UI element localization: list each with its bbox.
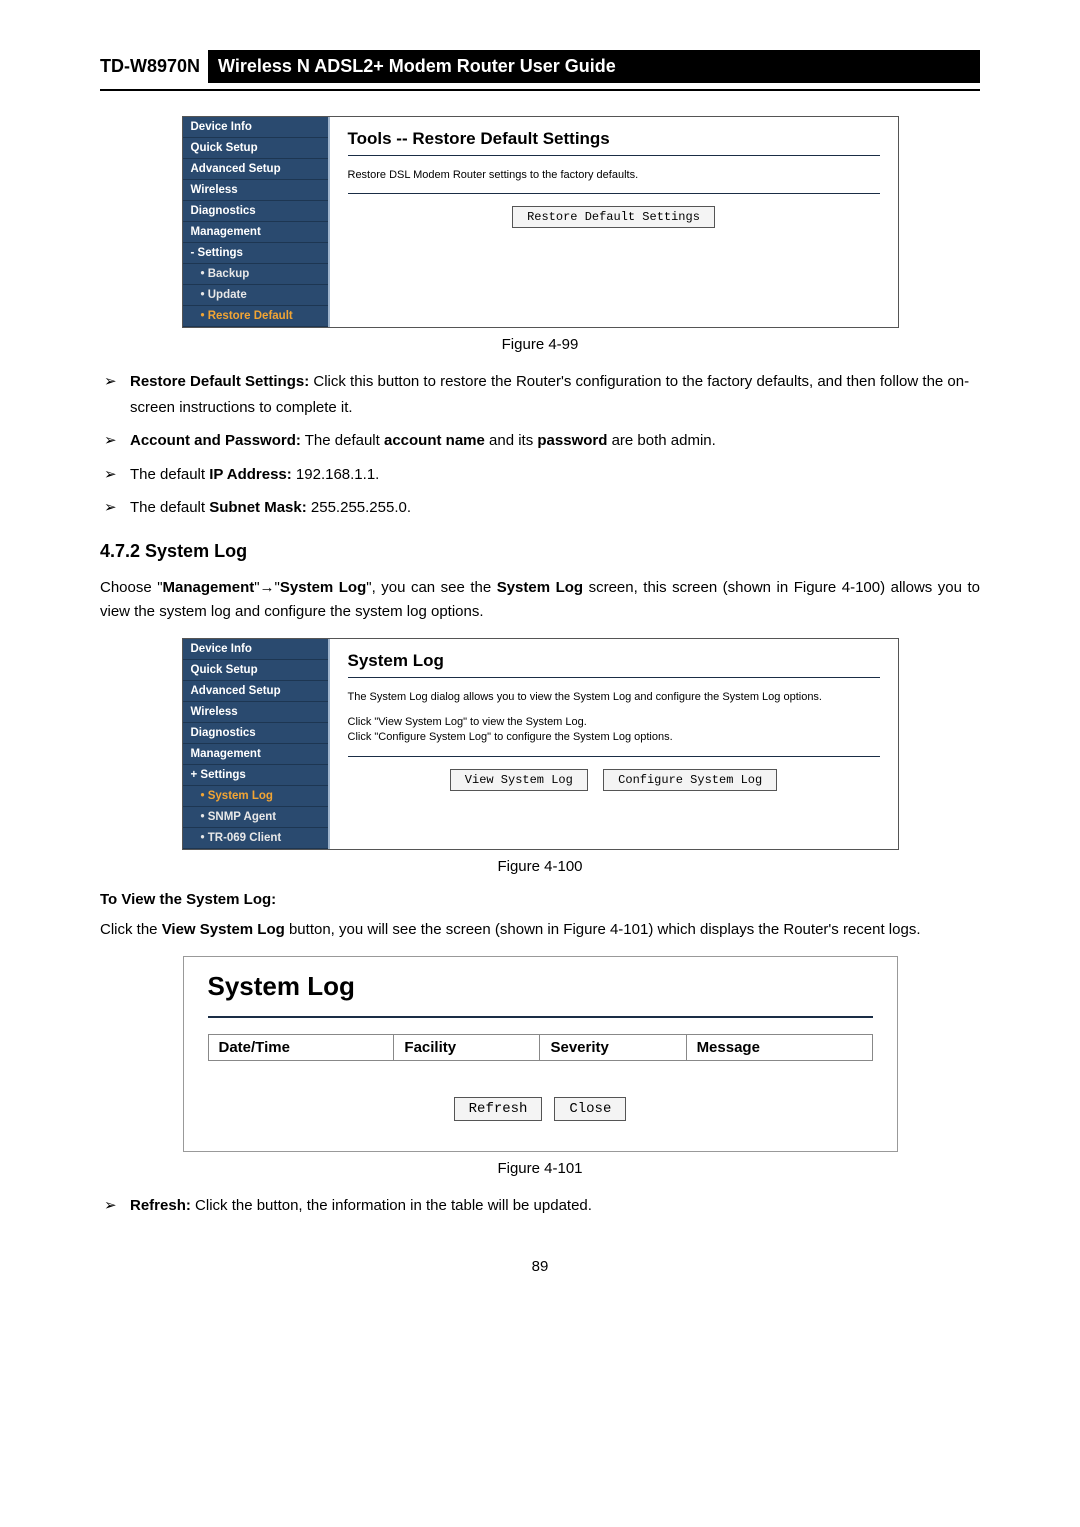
panel-divider-2	[348, 193, 880, 194]
panel-desc-1: The System Log dialog allows you to view…	[348, 690, 880, 705]
sidebar-item-quick-setup[interactable]: Quick Setup	[183, 138, 328, 159]
refresh-button[interactable]: Refresh	[454, 1097, 543, 1121]
syslog-heading: System Log	[208, 971, 873, 1002]
sidebar-item-backup[interactable]: Backup	[183, 264, 328, 285]
panel-desc-3: Click "Configure System Log" to configur…	[348, 730, 880, 745]
panel-desc-2: Click "View System Log" to view the Syst…	[348, 715, 880, 730]
bullet-label: Account and Password:	[130, 432, 301, 449]
router-content: Tools -- Restore Default Settings Restor…	[330, 117, 898, 327]
sidebar-item-device-info[interactable]: Device Info	[183, 117, 328, 138]
bullet-label: Refresh:	[130, 1197, 191, 1214]
sidebar-item-diagnostics[interactable]: Diagnostics	[183, 723, 328, 744]
panel-divider	[348, 155, 880, 156]
sidebar-item-management[interactable]: Management	[183, 744, 328, 765]
router-sidebar: Device Info Quick Setup Advanced Setup W…	[183, 639, 330, 849]
syslog-divider	[208, 1016, 873, 1018]
button-row: View System Log Configure System Log	[348, 769, 880, 791]
figure-4-99: Device Info Quick Setup Advanced Setup W…	[182, 116, 899, 328]
document-header: TD-W8970N Wireless N ADSL2+ Modem Router…	[100, 50, 980, 83]
figure-4-100: Device Info Quick Setup Advanced Setup W…	[182, 638, 899, 850]
router-content: System Log The System Log dialog allows …	[330, 639, 898, 849]
panel-desc: Restore DSL Modem Router settings to the…	[348, 168, 880, 183]
col-datetime: Date/Time	[208, 1034, 394, 1060]
sidebar-item-diagnostics[interactable]: Diagnostics	[183, 201, 328, 222]
subheading-view-log: To View the System Log:	[100, 891, 980, 908]
syslog-table: Date/Time Facility Severity Message	[208, 1034, 873, 1061]
sidebar-item-settings[interactable]: Settings	[183, 243, 328, 264]
bullet-refresh: Refresh: Click the button, the informati…	[130, 1193, 980, 1219]
bullet-label: Restore Default Settings:	[130, 373, 309, 390]
figure-4-101: System Log Date/Time Facility Severity M…	[183, 956, 898, 1152]
figure-caption-99: Figure 4-99	[100, 336, 980, 353]
panel-divider	[348, 677, 880, 678]
sidebar-item-device-info[interactable]: Device Info	[183, 639, 328, 660]
bullet-account-password: Account and Password: The default accoun…	[130, 428, 980, 454]
section-heading-472: 4.7.2 System Log	[100, 541, 980, 562]
page: TD-W8970N Wireless N ADSL2+ Modem Router…	[0, 0, 1080, 1335]
syslog-button-row: Refresh Close	[208, 1097, 873, 1121]
panel-heading: Tools -- Restore Default Settings	[348, 129, 880, 149]
panel-heading: System Log	[348, 651, 880, 671]
figure-caption-101: Figure 4-101	[100, 1160, 980, 1177]
sidebar-item-system-log[interactable]: System Log	[183, 786, 328, 807]
bullet-list-99: Restore Default Settings: Click this but…	[100, 369, 980, 521]
sidebar-item-restore-default[interactable]: Restore Default	[183, 306, 328, 327]
table-header-row: Date/Time Facility Severity Message	[208, 1034, 872, 1060]
bullet-list-101: Refresh: Click the button, the informati…	[100, 1193, 980, 1219]
sidebar-item-advanced-setup[interactable]: Advanced Setup	[183, 159, 328, 180]
bullet-ip-address: The default IP Address: 192.168.1.1.	[130, 462, 980, 488]
figure-caption-100: Figure 4-100	[100, 858, 980, 875]
view-log-paragraph: Click the View System Log button, you wi…	[100, 918, 980, 942]
bullet-subnet-mask: The default Subnet Mask: 255.255.255.0.	[130, 495, 980, 521]
col-facility: Facility	[394, 1034, 540, 1060]
button-row: Restore Default Settings	[348, 206, 880, 228]
section-472-paragraph: Choose "Management"→"System Log", you ca…	[100, 576, 980, 624]
sidebar-item-wireless[interactable]: Wireless	[183, 702, 328, 723]
page-number: 89	[100, 1258, 980, 1275]
sidebar-item-tr069[interactable]: TR-069 Client	[183, 828, 328, 849]
col-message: Message	[686, 1034, 872, 1060]
view-system-log-button[interactable]: View System Log	[450, 769, 588, 791]
configure-system-log-button[interactable]: Configure System Log	[603, 769, 777, 791]
col-severity: Severity	[540, 1034, 686, 1060]
model-label: TD-W8970N	[100, 50, 208, 83]
sidebar-item-quick-setup[interactable]: Quick Setup	[183, 660, 328, 681]
router-sidebar: Device Info Quick Setup Advanced Setup W…	[183, 117, 330, 327]
sidebar-item-settings[interactable]: Settings	[183, 765, 328, 786]
sidebar-item-snmp-agent[interactable]: SNMP Agent	[183, 807, 328, 828]
guide-title: Wireless N ADSL2+ Modem Router User Guid…	[208, 50, 980, 83]
restore-default-settings-button[interactable]: Restore Default Settings	[512, 206, 715, 228]
header-divider	[100, 89, 980, 91]
sidebar-item-wireless[interactable]: Wireless	[183, 180, 328, 201]
sidebar-item-advanced-setup[interactable]: Advanced Setup	[183, 681, 328, 702]
panel-divider-2	[348, 756, 880, 757]
sidebar-item-update[interactable]: Update	[183, 285, 328, 306]
close-button[interactable]: Close	[554, 1097, 626, 1121]
bullet-restore-default: Restore Default Settings: Click this but…	[130, 369, 980, 420]
sidebar-item-management[interactable]: Management	[183, 222, 328, 243]
